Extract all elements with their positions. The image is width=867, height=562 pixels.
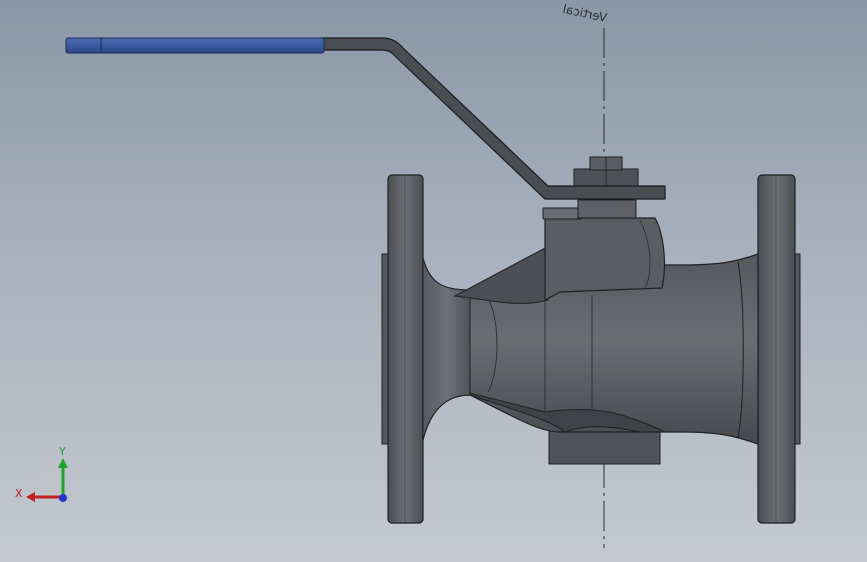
right-flange[interactable]	[757, 174, 801, 524]
triad-y-label: Y	[58, 445, 66, 458]
plane-label: Vertical	[561, 2, 608, 25]
graphics-viewport[interactable]: Vertical Y X	[0, 0, 867, 562]
left-flange[interactable]	[381, 174, 424, 524]
handle-grip[interactable]	[65, 37, 325, 54]
model-scene[interactable]: Vertical Y X	[0, 0, 867, 562]
triad-x-label: X	[15, 487, 23, 500]
bonnet[interactable]	[542, 207, 666, 301]
axis-triad: Y X	[15, 445, 68, 502]
